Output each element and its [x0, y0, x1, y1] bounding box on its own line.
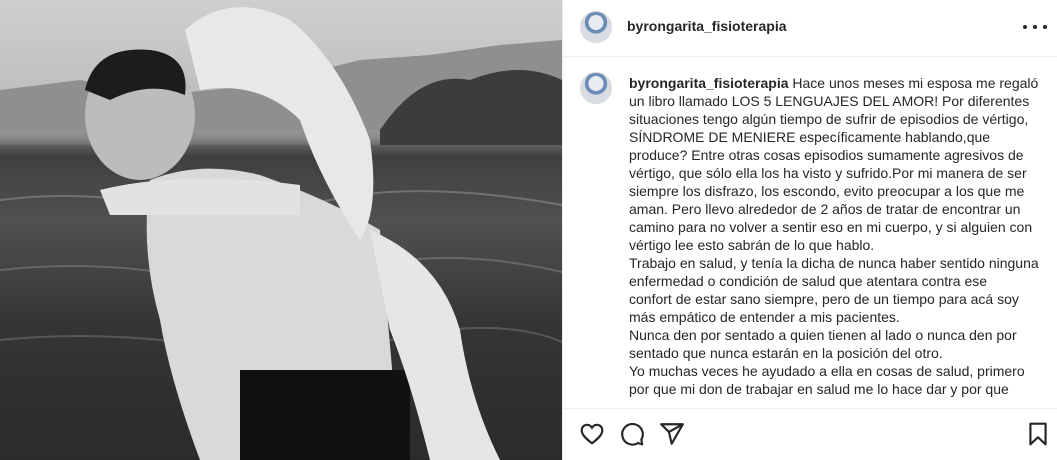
post-header: byrongarita_fisioterapia — [563, 0, 1057, 57]
bookmark-icon[interactable] — [1025, 421, 1051, 447]
more-options-icon[interactable] — [1023, 17, 1047, 37]
action-bar — [563, 408, 1057, 460]
avatar[interactable] — [580, 11, 612, 43]
caption-text: Hace unos meses mi esposa me regaló un l… — [629, 75, 1039, 397]
username-link[interactable]: byrongarita_fisioterapia — [627, 18, 787, 34]
caption: byrongarita_fisioterapia Hace unos meses… — [629, 74, 1039, 398]
couple-photo-illustration — [0, 7, 562, 460]
heart-icon[interactable] — [579, 421, 605, 447]
comment-icon[interactable] — [619, 421, 645, 447]
post-photo[interactable] — [0, 0, 562, 460]
post-details-panel: byrongarita_fisioterapia byrongarita_fis… — [562, 0, 1057, 460]
share-icon[interactable] — [659, 421, 685, 447]
caption-username-link[interactable]: byrongarita_fisioterapia — [629, 75, 789, 91]
caption-area: byrongarita_fisioterapia Hace unos meses… — [563, 58, 1057, 408]
caption-avatar[interactable] — [580, 72, 612, 104]
